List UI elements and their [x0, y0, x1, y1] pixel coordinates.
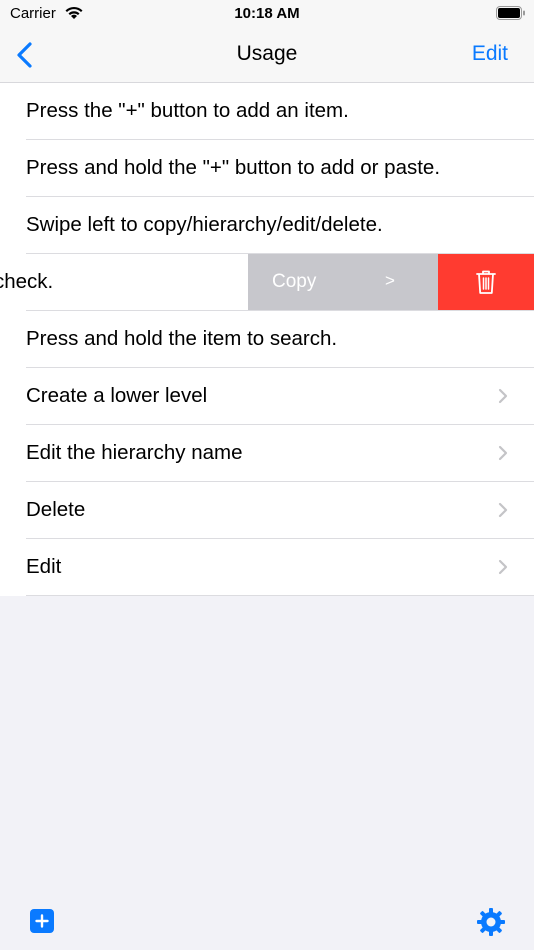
hierarchy-action-button[interactable]: > [385, 271, 395, 291]
list-item[interactable]: Swipe left to copy/hierarchy/edit/delete… [0, 197, 534, 254]
settings-button[interactable] [476, 907, 506, 942]
edit-button[interactable]: Edit [472, 42, 508, 66]
list-item-label: Swipe left to copy/hierarchy/edit/delete… [26, 213, 383, 236]
plus-square-icon [35, 914, 49, 928]
usage-list: Press the "+" button to add an item. Pre… [0, 83, 534, 596]
list-item-label: Delete [26, 498, 86, 521]
list-item[interactable]: Edit the hierarchy name [0, 425, 534, 482]
battery-icon [496, 6, 526, 25]
list-item-label: Create a lower level [26, 384, 208, 407]
trash-icon [476, 270, 496, 294]
list-item[interactable]: Edit [0, 539, 534, 596]
list-item[interactable]: Press the "+" button to add an item. [0, 83, 534, 140]
gear-icon [477, 908, 505, 936]
page-title: Usage [236, 42, 298, 65]
list-item[interactable]: Delete [0, 482, 534, 539]
copy-action-button[interactable]: Copy > [248, 254, 438, 311]
list-item-swiped[interactable]: check. Copy > [0, 254, 534, 311]
delete-action-button[interactable] [438, 254, 534, 311]
list-item-label: Press and hold the "+" button to add or … [26, 156, 441, 179]
navigation-bar: Usage Edit [0, 28, 534, 83]
chevron-right-icon [498, 388, 508, 409]
status-bar: Carrier 10:18 AM [0, 0, 534, 28]
list-item[interactable]: Press and hold the "+" button to add or … [0, 140, 534, 197]
chevron-right-icon [498, 559, 508, 580]
list-item-label: Edit the hierarchy name [26, 441, 243, 464]
list-item[interactable]: Press and hold the item to search. [0, 311, 534, 368]
chevron-right-icon [498, 502, 508, 523]
list-item-label: Edit [26, 555, 62, 578]
list-item-label: Press and hold the item to search. [26, 327, 338, 350]
chevron-right-icon [498, 445, 508, 466]
list-item[interactable]: Create a lower level [0, 368, 534, 425]
status-time: 10:18 AM [234, 5, 300, 22]
list-item-label: check. [0, 270, 54, 293]
add-button[interactable] [30, 909, 54, 933]
list-item-label: Press the "+" button to add an item. [26, 99, 349, 122]
copy-action-label: Copy [272, 271, 317, 292]
